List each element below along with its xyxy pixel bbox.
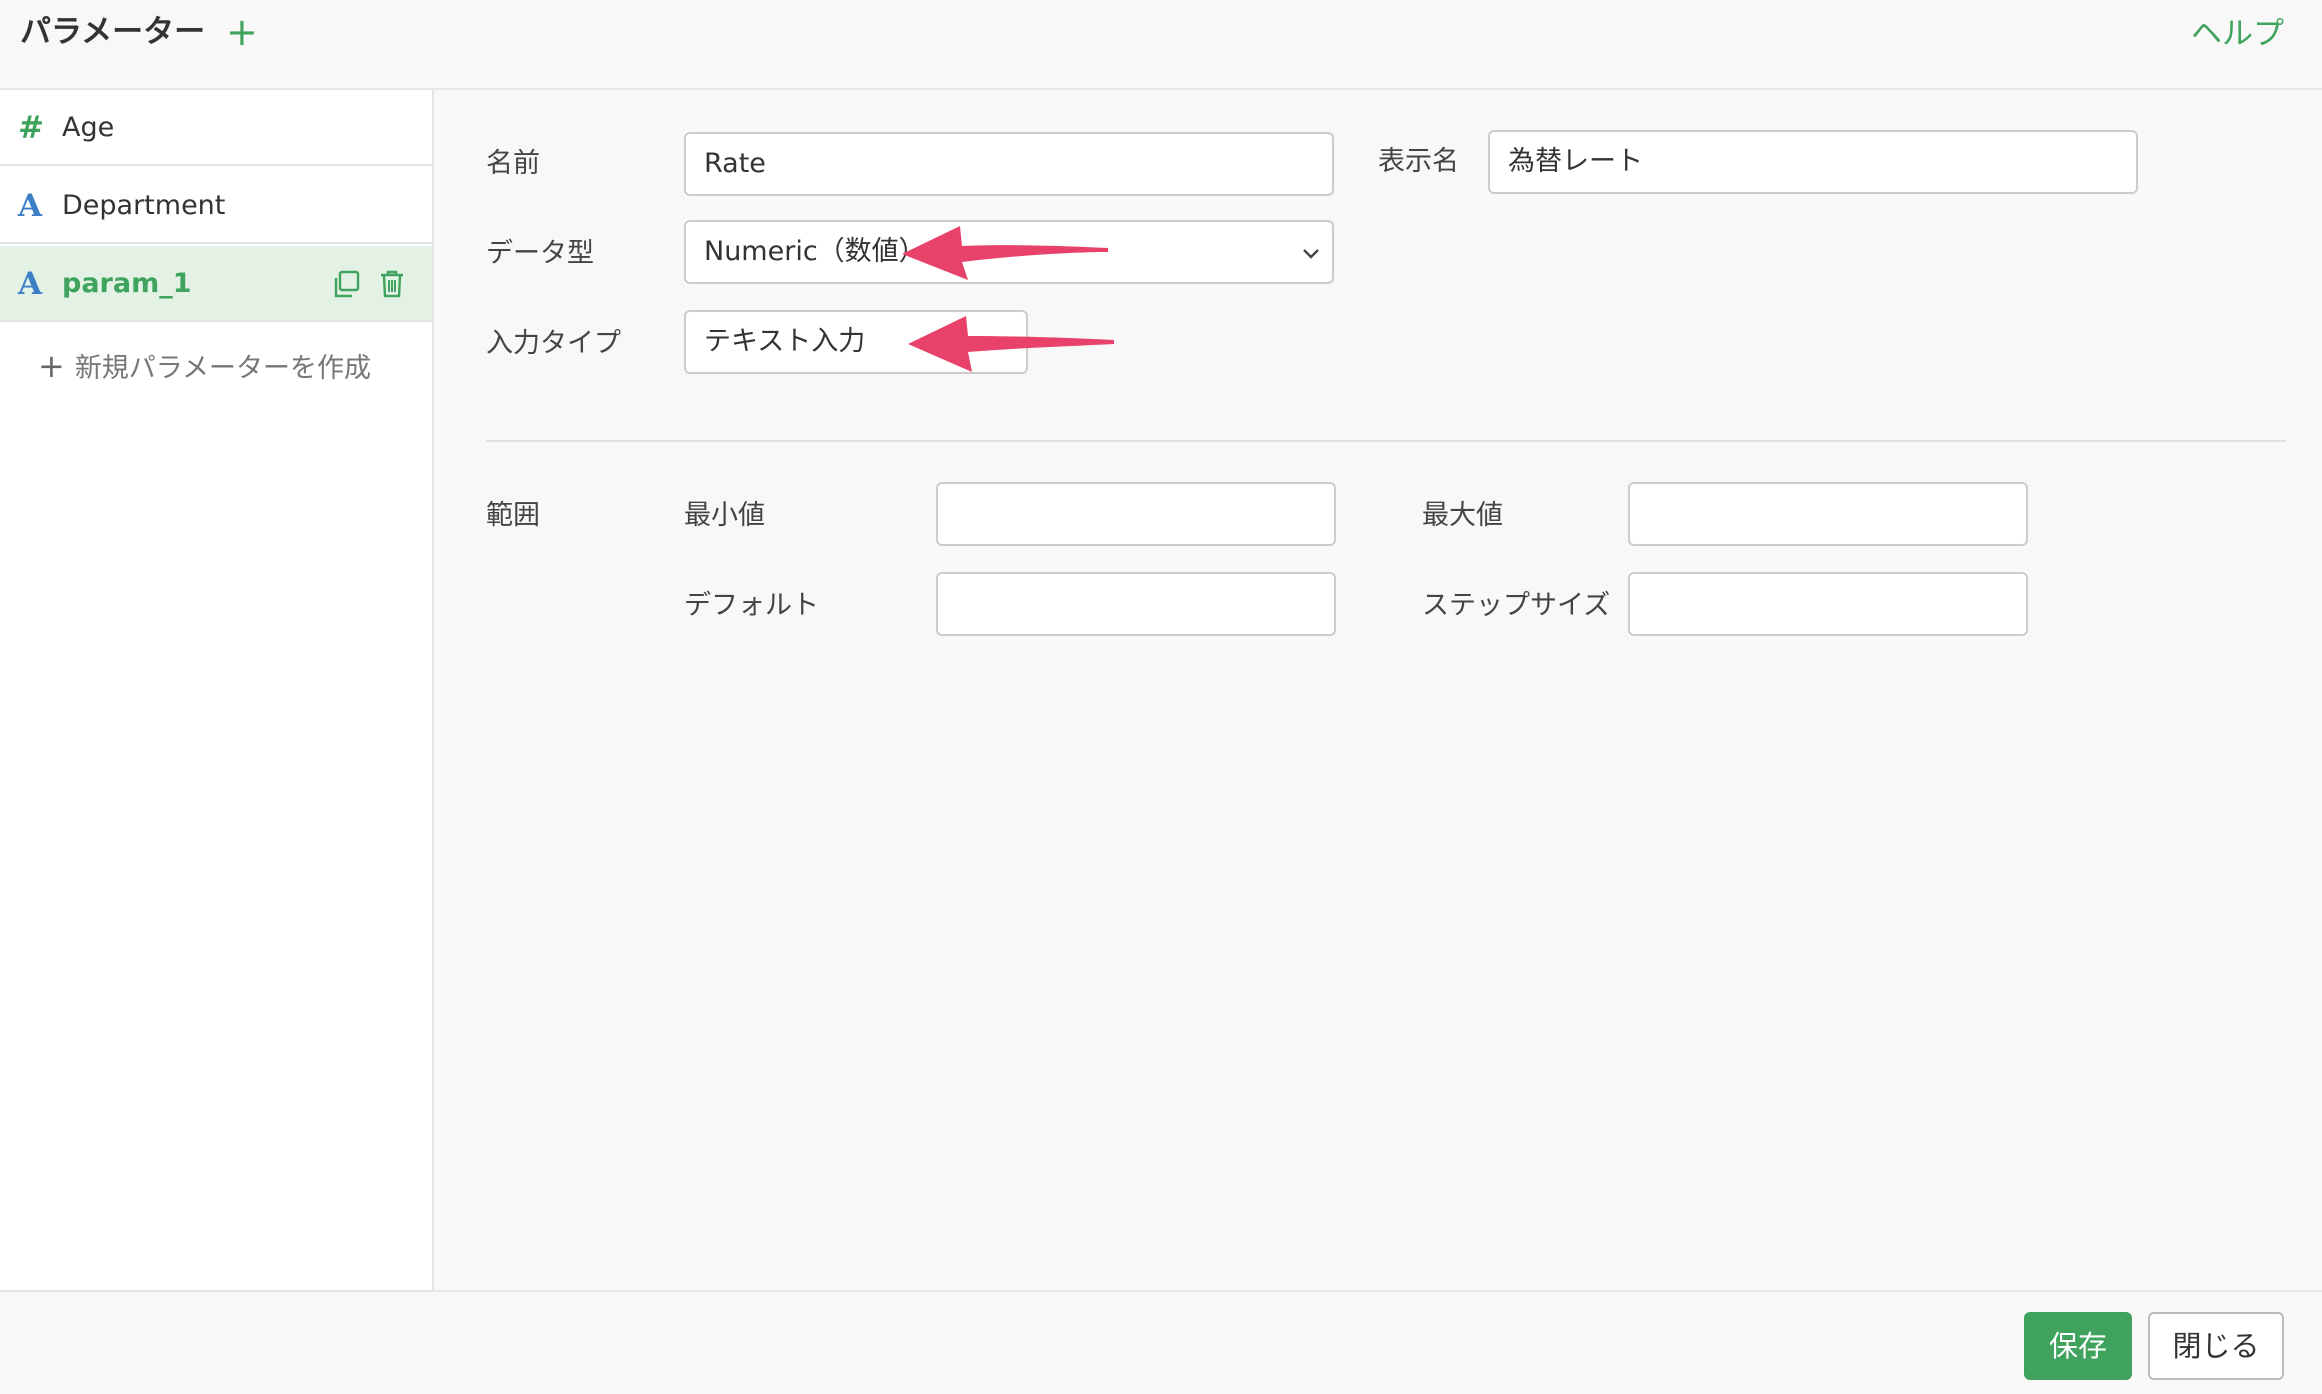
name-input[interactable]: Rate bbox=[684, 132, 1334, 196]
parameter-form: 名前 Rate 表示名 為替レート データ型 Numeric（数値） 入力タイプ… bbox=[434, 90, 2322, 1290]
sidebar-item-label: Age bbox=[62, 112, 115, 143]
parameter-list-sidebar: # Age A Department A param_1 + 新規パラメーターを作… bbox=[0, 90, 434, 1290]
max-value-input[interactable] bbox=[1628, 482, 2028, 546]
chevron-down-icon bbox=[1303, 249, 1319, 259]
save-button[interactable]: 保存 bbox=[2024, 1312, 2132, 1380]
text-type-icon: A bbox=[18, 266, 43, 302]
range-label: 範囲 bbox=[486, 500, 540, 531]
trash-icon[interactable] bbox=[376, 268, 408, 300]
data-type-select[interactable]: Numeric（数値） bbox=[684, 220, 1334, 284]
sidebar-item-label: Department bbox=[62, 190, 226, 221]
header: パラメーター + ヘルプ bbox=[0, 0, 2322, 90]
sidebar-item-age[interactable]: # Age bbox=[0, 90, 432, 166]
sidebar-item-department[interactable]: A Department bbox=[0, 168, 432, 244]
footer: 保存 閉じる bbox=[0, 1290, 2322, 1394]
plus-icon: + bbox=[38, 347, 65, 385]
max-value-label: 最大値 bbox=[1422, 500, 1503, 531]
text-type-icon: A bbox=[18, 188, 43, 224]
data-type-label: データ型 bbox=[486, 238, 594, 269]
input-type-field[interactable]: テキスト入力 bbox=[684, 310, 1028, 374]
sidebar-item-param-1[interactable]: A param_1 bbox=[0, 246, 432, 322]
copy-icon[interactable] bbox=[330, 268, 362, 300]
default-input[interactable] bbox=[936, 572, 1336, 636]
step-size-input[interactable] bbox=[1628, 572, 2028, 636]
help-link[interactable]: ヘルプ bbox=[2191, 10, 2284, 58]
parameter-dialog: パラメーター + ヘルプ # Age A Department A param_… bbox=[0, 0, 2322, 1394]
new-parameter-link[interactable]: + 新規パラメーターを作成 bbox=[38, 344, 371, 388]
min-value-label: 最小値 bbox=[684, 500, 765, 531]
sidebar-item-label: param_1 bbox=[62, 268, 192, 299]
display-name-input[interactable]: 為替レート bbox=[1488, 130, 2138, 194]
close-button[interactable]: 閉じる bbox=[2148, 1312, 2284, 1380]
min-value-input[interactable] bbox=[936, 482, 1336, 546]
input-type-label: 入力タイプ bbox=[486, 328, 621, 359]
new-parameter-label: 新規パラメーターを作成 bbox=[74, 353, 372, 384]
numeric-type-icon: # bbox=[18, 110, 44, 146]
page-title: パラメーター bbox=[20, 14, 206, 50]
step-size-label: ステップサイズ bbox=[1422, 590, 1611, 621]
default-label: デフォルト bbox=[684, 590, 819, 621]
name-label: 名前 bbox=[486, 148, 540, 179]
data-type-value: Numeric（数値） bbox=[704, 236, 926, 267]
divider bbox=[486, 440, 2286, 442]
add-parameter-icon[interactable]: + bbox=[226, 8, 258, 56]
display-name-label: 表示名 bbox=[1378, 146, 1459, 177]
